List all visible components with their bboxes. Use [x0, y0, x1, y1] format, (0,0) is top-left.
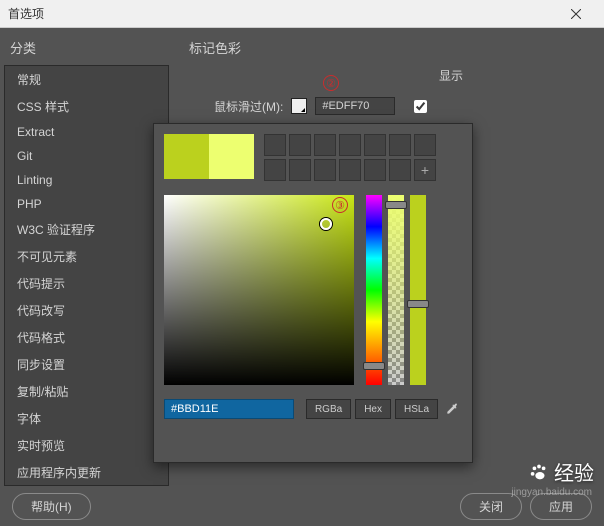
sidebar-item[interactable]: 实时预览 [5, 432, 168, 459]
sidebar-item[interactable]: PHP [5, 192, 168, 216]
panel-title: 标记色彩 [189, 38, 588, 57]
saved-swatches-grid: + [264, 134, 436, 181]
category-list[interactable]: 常规CSS 样式ExtractGitLintingPHPW3C 验证程序不可见元… [4, 65, 169, 486]
sidebar-item[interactable]: Linting [5, 168, 168, 192]
content-panel: 标记色彩 显示 鼠标滑过(M): ② + ③ [173, 28, 604, 486]
eyedropper-icon [445, 402, 459, 416]
sidebar-item[interactable]: 代码提示 [5, 270, 168, 297]
sidebar-header: 分类 [0, 28, 173, 65]
eyedropper-button[interactable] [442, 399, 462, 419]
main-area: 分类 常规CSS 样式ExtractGitLintingPHPW3C 验证程序不… [0, 28, 604, 486]
alpha-thumb[interactable] [385, 201, 407, 209]
sidebar-item[interactable]: CSS 样式 [5, 93, 168, 120]
dialog-footer: 帮助(H) 关闭 应用 [0, 486, 604, 526]
help-button[interactable]: 帮助(H) [12, 493, 91, 520]
mouseover-row: 鼠标滑过(M): ② [189, 97, 588, 115]
mouseover-show-checkbox[interactable] [414, 100, 427, 113]
apply-button[interactable]: 应用 [530, 493, 592, 520]
sidebar-item[interactable]: Extract [5, 120, 168, 144]
saved-swatch[interactable] [289, 134, 311, 156]
sidebar-item[interactable]: 代码改写 [5, 297, 168, 324]
annotation-marker-2: ② [323, 75, 339, 91]
sidebar-item[interactable]: 应用程序内更新 [5, 459, 168, 486]
sidebar-item[interactable]: 不可见元素 [5, 243, 168, 270]
footer-button-group: 关闭 应用 [460, 493, 592, 520]
picker-main: ③ [164, 195, 462, 385]
sidebar: 分类 常规CSS 样式ExtractGitLintingPHPW3C 验证程序不… [0, 28, 173, 486]
saved-swatch[interactable] [264, 134, 286, 156]
format-hex-button[interactable]: Hex [355, 399, 391, 419]
sidebar-item[interactable]: W3C 验证程序 [5, 216, 168, 243]
sv-cursor[interactable] [320, 218, 332, 230]
color-preview [164, 134, 254, 181]
saved-swatch[interactable] [389, 159, 411, 181]
alpha-slider[interactable] [388, 195, 404, 385]
lightness-slider[interactable] [410, 195, 426, 385]
annotation-marker-3: ③ [332, 197, 348, 213]
picker-hex-input[interactable] [164, 399, 294, 419]
saved-swatch[interactable] [339, 134, 361, 156]
saved-swatch[interactable] [314, 134, 336, 156]
add-swatch-button[interactable]: + [414, 159, 436, 181]
saved-swatch[interactable] [314, 159, 336, 181]
mouseover-swatch[interactable] [291, 98, 307, 114]
window-title: 首选项 [8, 5, 44, 22]
close-button[interactable]: 关闭 [460, 493, 522, 520]
close-icon [571, 9, 581, 19]
show-column-label: 显示 [439, 67, 463, 84]
picker-bottom-row: RGBa Hex HSLa [164, 399, 462, 419]
titlebar: 首选项 [0, 0, 604, 28]
sidebar-item[interactable]: 代码格式 [5, 324, 168, 351]
saved-swatch[interactable] [339, 159, 361, 181]
saved-swatch[interactable] [289, 159, 311, 181]
lightness-thumb[interactable] [407, 300, 429, 308]
sidebar-item[interactable]: 复制/粘贴 [5, 378, 168, 405]
picker-top-row: + [164, 134, 462, 181]
hue-slider[interactable] [366, 195, 382, 385]
window-close-button[interactable] [556, 0, 596, 28]
mouseover-hex-input[interactable] [315, 97, 395, 115]
previous-color-swatch[interactable] [209, 134, 254, 179]
sidebar-item[interactable]: Git [5, 144, 168, 168]
saturation-value-area[interactable]: ③ [164, 195, 354, 385]
hue-thumb[interactable] [363, 362, 385, 370]
mouseover-label: 鼠标滑过(M): [214, 98, 283, 115]
color-picker-popup: + ③ RGBa Hex [153, 123, 473, 463]
format-rgba-button[interactable]: RGBa [306, 399, 351, 419]
saved-swatch[interactable] [389, 134, 411, 156]
saved-swatch[interactable] [414, 134, 436, 156]
format-hsla-button[interactable]: HSLa [395, 399, 438, 419]
sidebar-item[interactable]: 常规 [5, 66, 168, 93]
sidebar-item[interactable]: 同步设置 [5, 351, 168, 378]
sidebar-item[interactable]: 字体 [5, 405, 168, 432]
saved-swatch[interactable] [364, 159, 386, 181]
current-color-swatch[interactable] [164, 134, 209, 179]
saved-swatch[interactable] [364, 134, 386, 156]
saved-swatch[interactable] [264, 159, 286, 181]
